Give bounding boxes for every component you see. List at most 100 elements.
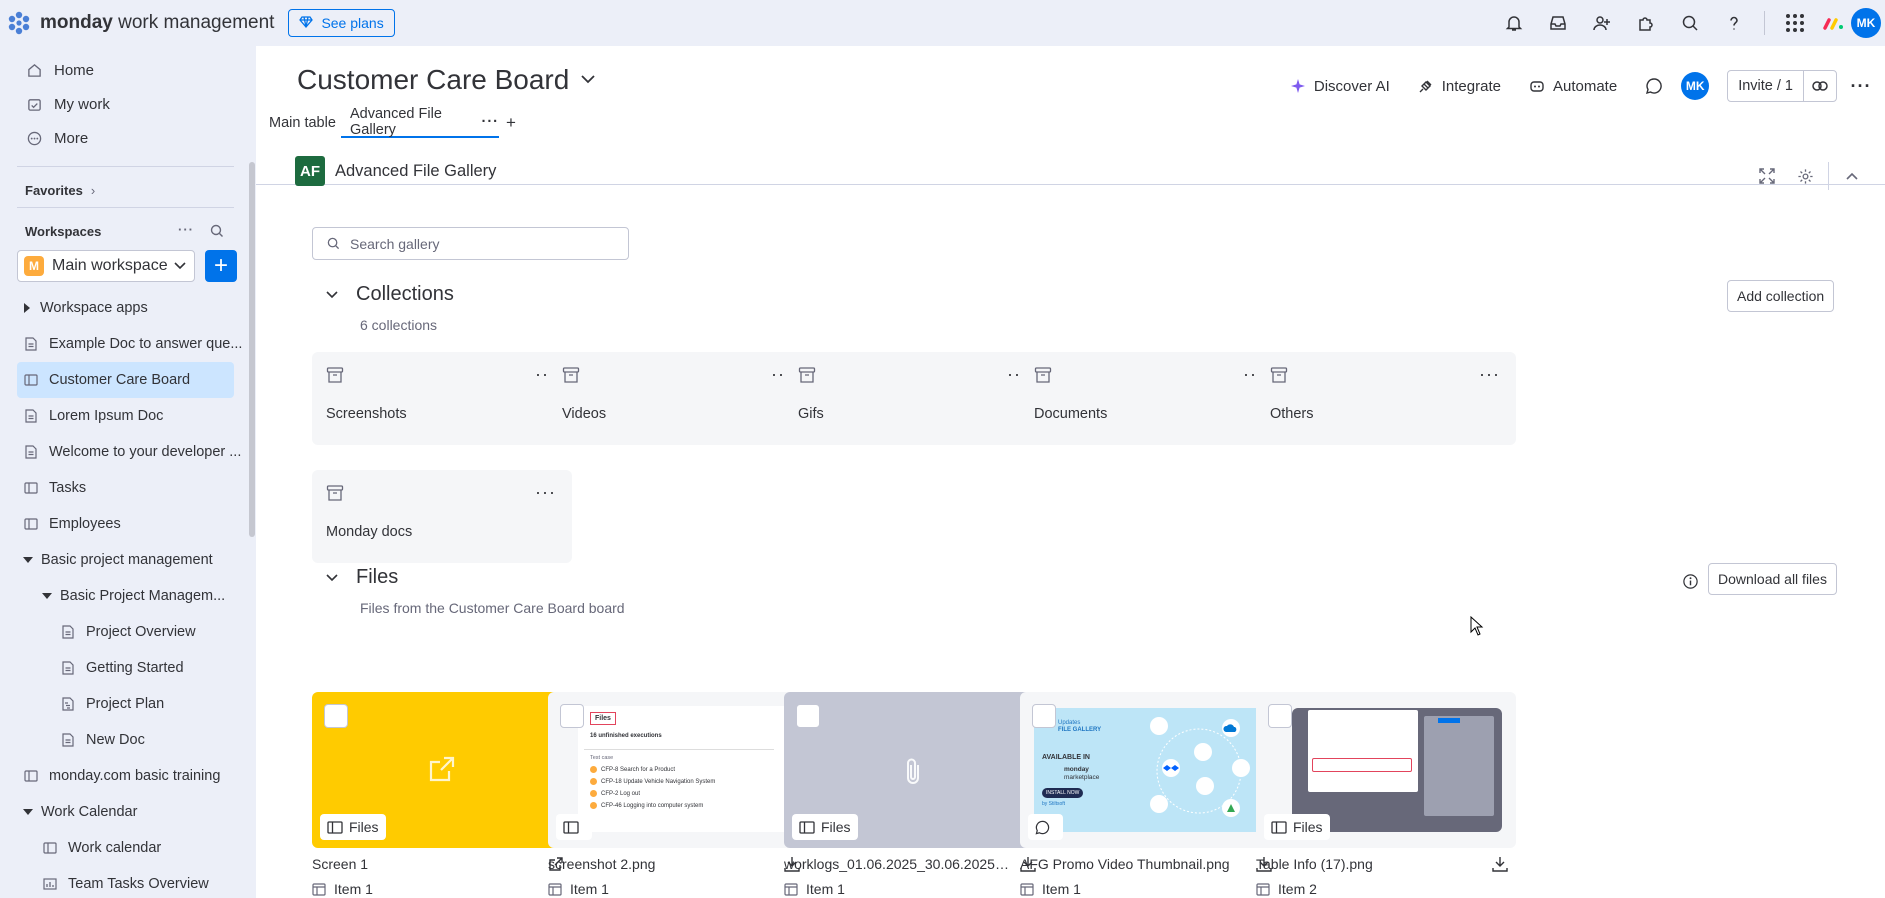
sidebar-scrollbar[interactable] (249, 162, 255, 537)
see-plans-button[interactable]: See plans (288, 9, 395, 37)
copy-link-icon[interactable] (1804, 81, 1836, 91)
collection-card-gifs[interactable]: ··· Gifs (784, 352, 1044, 445)
file-source-label: Files (1293, 819, 1323, 835)
file-item-link[interactable]: Item 1 (1020, 881, 1081, 897)
sidebar-item-team-tasks-overview[interactable]: Team Tasks Overview (0, 866, 250, 898)
sidebar-item-lorem-ipsum-doc[interactable]: Lorem Ipsum Doc (0, 398, 250, 434)
settings-gear-icon[interactable] (1786, 164, 1824, 188)
fullscreen-icon[interactable] (1748, 164, 1786, 188)
file-name[interactable]: screenshot 2.png (548, 856, 655, 872)
file-select-checkbox[interactable] (1268, 704, 1292, 728)
collection-card-documents[interactable]: ··· Documents (1020, 352, 1280, 445)
board-title[interactable]: Customer Care Board (297, 64, 595, 96)
file-select-checkbox[interactable] (796, 704, 820, 728)
monday-logo[interactable]: monday work management (6, 10, 274, 36)
collection-card-others[interactable]: ··· Others (1256, 352, 1516, 445)
gallery-search-input[interactable]: Search gallery (312, 227, 629, 260)
workspace-badge: M (24, 256, 44, 276)
updates-chat-icon[interactable] (1645, 77, 1663, 95)
sidebar-nav-more[interactable]: More (0, 121, 250, 155)
invite-member-icon[interactable] (1580, 0, 1624, 46)
file-select-checkbox[interactable] (324, 704, 348, 728)
tab-more-icon[interactable]: ··· (482, 114, 500, 130)
board-member-avatar[interactable]: MK (1681, 72, 1710, 100)
collections-header[interactable]: Collections (326, 283, 454, 306)
sidebar-nav-label: More (54, 129, 89, 147)
download-icon[interactable] (1492, 856, 1508, 872)
sidebar-item-example-doc-to-answer-que[interactable]: Example Doc to answer que... (0, 326, 250, 362)
file-select-checkbox[interactable] (1032, 704, 1056, 728)
file-name[interactable]: AFG Promo Video Thumbnail.png (1020, 856, 1230, 872)
collection-more-icon[interactable]: ··· (535, 482, 556, 503)
archive-box-icon (1270, 366, 1288, 384)
user-avatar[interactable]: MK (1851, 8, 1881, 38)
sidebar-nav-my-work[interactable]: My work (0, 87, 250, 121)
sidebar-item-project-overview[interactable]: Project Overview (0, 614, 250, 650)
sidebar-nav-label: My work (54, 95, 110, 113)
sidebar-nav-home[interactable]: Home (0, 53, 250, 87)
sidebar-item-employees[interactable]: Employees (0, 506, 250, 542)
sidebar-item-basic-project-managem[interactable]: Basic Project Managem... (0, 578, 250, 614)
app-switcher-grid-icon[interactable] (1773, 0, 1817, 46)
file-card-thumbnail[interactable]: Files (784, 692, 1044, 848)
help-icon[interactable] (1712, 0, 1756, 46)
tab-main-table[interactable]: Main table (269, 108, 336, 138)
bell-icon[interactable] (1492, 0, 1536, 46)
workspace-selector[interactable]: M Main workspace (17, 250, 195, 282)
more-options-icon[interactable]: ··· (1837, 63, 1885, 109)
chevron-down-icon (581, 71, 595, 89)
file-item-link[interactable]: Item 1 (784, 881, 845, 897)
sidebar-item-monday-com-basic-training[interactable]: monday.com basic training (0, 758, 250, 794)
sidebar-item-welcome-to-your-developer[interactable]: Welcome to your developer ... (0, 434, 250, 470)
file-name[interactable]: Screen 1 (312, 856, 368, 872)
sidebar-item-project-plan[interactable]: Project Plan (0, 686, 250, 722)
file-item-link[interactable]: Item 1 (312, 881, 373, 897)
sidebar-item-customer-care-board[interactable]: Customer Care Board (17, 362, 234, 398)
file-card-thumbnail[interactable]: Updates FILE GALLERY AVAILABLE IN monday mar… (1020, 692, 1280, 848)
sidebar-item-workspace-apps[interactable]: Workspace apps (0, 290, 250, 326)
favorites-section[interactable]: Favorites › (0, 173, 250, 207)
files-header[interactable]: Files (326, 566, 398, 589)
file-card-thumbnail[interactable]: Files (1256, 692, 1516, 848)
workspaces-search-icon[interactable] (210, 224, 224, 241)
invite-button[interactable]: Invite / 1 (1727, 70, 1837, 102)
sidebar-item-work-calendar[interactable]: Work Calendar (0, 794, 250, 830)
sidebar-item-new-doc[interactable]: New Doc (0, 722, 250, 758)
sidebar-item-tasks[interactable]: Tasks (0, 470, 250, 506)
file-source-label: Files (821, 819, 851, 835)
add-collection-button[interactable]: Add collection (1727, 280, 1835, 312)
sidebar-item-label: Workspace apps (40, 300, 148, 316)
add-workspace-item-button[interactable]: + (205, 250, 237, 282)
header-divider (1828, 162, 1829, 190)
info-icon[interactable] (1682, 573, 1699, 593)
file-item-link[interactable]: Item 1 (548, 881, 609, 897)
inbox-icon[interactable] (1536, 0, 1580, 46)
search-icon[interactable] (1668, 0, 1712, 46)
collapse-chevron-icon[interactable] (1833, 164, 1871, 188)
collection-card-screenshots[interactable]: ··· Screenshots (312, 352, 572, 445)
download-all-files-button[interactable]: Download all files (1708, 563, 1837, 595)
collection-more-icon[interactable]: ··· (1479, 364, 1500, 385)
sidebar-item-work-calendar[interactable]: Work calendar (0, 830, 250, 866)
tab-advanced-file-gallery[interactable]: Advanced File Gallery ··· (341, 106, 500, 138)
board-icon (42, 840, 58, 856)
file-source-label: Files (349, 819, 379, 835)
add-view-button[interactable]: + (506, 108, 516, 138)
collection-card-videos[interactable]: ··· Videos (548, 352, 808, 445)
file-card-thumbnail[interactable]: Files (312, 692, 572, 848)
file-name[interactable]: Table Info (17).png (1256, 856, 1373, 872)
file-name[interactable]: worklogs_01.06.2025_30.06.2025.xl... (784, 856, 1009, 872)
file-select-checkbox[interactable] (560, 704, 584, 728)
sidebar-item-basic-project-management[interactable]: Basic project management (0, 542, 250, 578)
sidebar-item-getting-started[interactable]: Getting Started (0, 650, 250, 686)
monday-mark-icon[interactable] (1817, 0, 1851, 46)
apps-puzzle-icon[interactable] (1624, 0, 1668, 46)
integrate-button[interactable]: Integrate (1418, 78, 1501, 95)
workspaces-more-icon[interactable]: ··· (178, 222, 194, 237)
discover-ai-button[interactable]: Discover AI (1290, 78, 1390, 95)
app-badge: AF (295, 156, 325, 186)
automate-button[interactable]: Automate (1529, 78, 1617, 95)
file-item-link[interactable]: Item 2 (1256, 881, 1317, 897)
collection-card-monday-docs[interactable]: ··· Monday docs (312, 470, 572, 563)
file-card-thumbnail[interactable]: Files 16 unfinished executions Test case CF… (548, 692, 808, 848)
